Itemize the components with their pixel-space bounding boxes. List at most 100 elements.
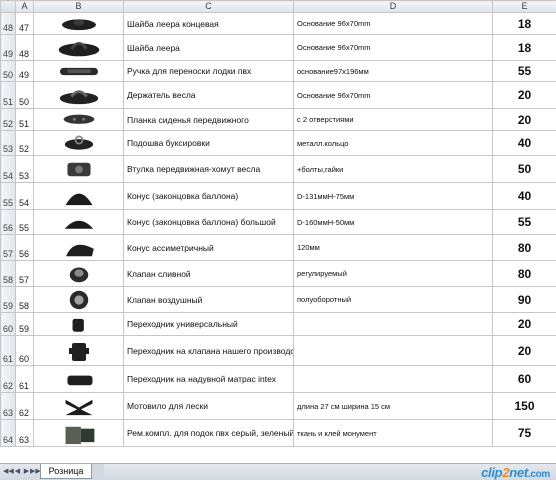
product-price-cell[interactable]: 60 [492, 365, 556, 393]
product-price-cell[interactable]: 75 [492, 419, 556, 447]
prev-sheet-button[interactable]: ◀ [13, 467, 22, 477]
sheet-tab-roznitsa[interactable]: Розница [40, 464, 92, 479]
row-header[interactable]: 51 [0, 81, 16, 109]
product-image-cell[interactable] [33, 155, 124, 183]
product-description-cell[interactable]: полуоборотный [293, 286, 493, 313]
item-number-cell[interactable]: 57 [15, 260, 34, 287]
product-price-cell[interactable]: 80 [492, 260, 556, 287]
row-header[interactable]: 61 [0, 335, 16, 366]
product-description-cell[interactable]: Основание 96х70mm [293, 34, 493, 61]
row-header[interactable]: 52 [0, 108, 16, 131]
product-description-cell[interactable] [293, 365, 493, 393]
row-header[interactable]: 54 [0, 155, 16, 183]
product-image-cell[interactable] [33, 335, 124, 366]
product-image-cell[interactable] [33, 182, 124, 210]
row-header[interactable]: 64 [0, 419, 16, 447]
product-price-cell[interactable]: 55 [492, 60, 556, 82]
product-name-cell[interactable]: Шайба леера концевая [123, 12, 294, 35]
product-name-cell[interactable]: Конус ассиметричный [123, 234, 294, 261]
column-header-b[interactable]: B [33, 0, 124, 13]
product-name-cell[interactable]: Ручка для переноски лодки пвх [123, 60, 294, 82]
product-image-cell[interactable] [33, 81, 124, 109]
product-price-cell[interactable]: 20 [492, 108, 556, 131]
row-header[interactable]: 55 [0, 182, 16, 210]
product-image-cell[interactable] [33, 392, 124, 420]
product-name-cell[interactable]: Переходник на надувной матрас intex [123, 365, 294, 393]
product-description-cell[interactable]: регулируемый [293, 260, 493, 287]
product-image-cell[interactable] [33, 260, 124, 287]
product-description-cell[interactable]: с 2 отверстиями [293, 108, 493, 131]
product-image-cell[interactable] [33, 130, 124, 156]
item-number-cell[interactable]: 54 [15, 182, 34, 210]
product-image-cell[interactable] [33, 286, 124, 313]
item-number-cell[interactable]: 60 [15, 335, 34, 366]
product-name-cell[interactable]: Подошва буксировки [123, 130, 294, 156]
item-number-cell[interactable]: 49 [15, 60, 34, 82]
row-header[interactable]: 56 [0, 209, 16, 235]
product-image-cell[interactable] [33, 312, 124, 336]
product-image-cell[interactable] [33, 12, 124, 35]
product-description-cell[interactable] [293, 312, 493, 336]
product-name-cell[interactable]: Держатель весла [123, 81, 294, 109]
product-image-cell[interactable] [33, 209, 124, 235]
product-price-cell[interactable]: 55 [492, 209, 556, 235]
item-number-cell[interactable]: 63 [15, 419, 34, 447]
product-price-cell[interactable]: 150 [492, 392, 556, 420]
product-price-cell[interactable]: 80 [492, 234, 556, 261]
last-sheet-button[interactable]: ▶▶ [30, 467, 41, 477]
item-number-cell[interactable]: 53 [15, 155, 34, 183]
product-name-cell[interactable]: Втулка передвижная-хомут весла [123, 155, 294, 183]
row-header[interactable]: 50 [0, 60, 16, 82]
product-image-cell[interactable] [33, 419, 124, 447]
product-description-cell[interactable]: основание97х196мм [293, 60, 493, 82]
product-description-cell[interactable]: металл.кольцо [293, 130, 493, 156]
product-name-cell[interactable]: Клапан воздушный [123, 286, 294, 313]
product-description-cell[interactable]: +болты,гайки [293, 155, 493, 183]
product-name-cell[interactable]: Конус (законцовка баллона) большой [123, 209, 294, 235]
product-price-cell[interactable]: 20 [492, 312, 556, 336]
product-price-cell[interactable]: 18 [492, 12, 556, 35]
product-image-cell[interactable] [33, 60, 124, 82]
product-image-cell[interactable] [33, 365, 124, 393]
item-number-cell[interactable]: 48 [15, 34, 34, 61]
product-image-cell[interactable] [33, 34, 124, 61]
row-header[interactable]: 60 [0, 312, 16, 336]
row-header[interactable]: 49 [0, 34, 16, 61]
product-name-cell[interactable]: Клапан сливной [123, 260, 294, 287]
item-number-cell[interactable]: 61 [15, 365, 34, 393]
column-header-e[interactable]: E [492, 0, 556, 13]
product-name-cell[interactable]: Рем.компл. для подок пвх серый, зеленый [123, 419, 294, 447]
column-header-a[interactable]: A [15, 0, 34, 13]
product-description-cell[interactable]: D-131ммН-75мм [293, 182, 493, 210]
product-name-cell[interactable]: Переходник на клапана нашего производств… [123, 335, 294, 366]
item-number-cell[interactable]: 62 [15, 392, 34, 420]
product-description-cell[interactable]: D-160ммН-50мм [293, 209, 493, 235]
product-description-cell[interactable]: Основание 96х70mm [293, 81, 493, 109]
row-header[interactable]: 53 [0, 130, 16, 156]
product-price-cell[interactable]: 40 [492, 130, 556, 156]
product-price-cell[interactable]: 40 [492, 182, 556, 210]
product-price-cell[interactable]: 18 [492, 34, 556, 61]
item-number-cell[interactable]: 55 [15, 209, 34, 235]
column-header-c[interactable]: C [123, 0, 294, 13]
product-price-cell[interactable]: 50 [492, 155, 556, 183]
first-sheet-button[interactable]: ◀◀ [3, 467, 14, 477]
row-header[interactable]: 58 [0, 260, 16, 287]
row-header[interactable]: 57 [0, 234, 16, 261]
product-name-cell[interactable]: Мотовило для лески [123, 392, 294, 420]
item-number-cell[interactable]: 50 [15, 81, 34, 109]
product-description-cell[interactable] [293, 335, 493, 366]
product-name-cell[interactable]: Конус (законцовка баллона) [123, 182, 294, 210]
item-number-cell[interactable]: 52 [15, 130, 34, 156]
item-number-cell[interactable]: 59 [15, 312, 34, 336]
select-all-corner[interactable] [0, 0, 16, 13]
row-header[interactable]: 48 [0, 12, 16, 35]
product-image-cell[interactable] [33, 234, 124, 261]
product-description-cell[interactable]: 120мм [293, 234, 493, 261]
product-description-cell[interactable]: Основание 96х70mm [293, 12, 493, 35]
product-name-cell[interactable]: Переходник универсальный [123, 312, 294, 336]
product-name-cell[interactable]: Шайба леера [123, 34, 294, 61]
item-number-cell[interactable]: 47 [15, 12, 34, 35]
product-description-cell[interactable]: длина 27 см ширина 15 см [293, 392, 493, 420]
item-number-cell[interactable]: 58 [15, 286, 34, 313]
